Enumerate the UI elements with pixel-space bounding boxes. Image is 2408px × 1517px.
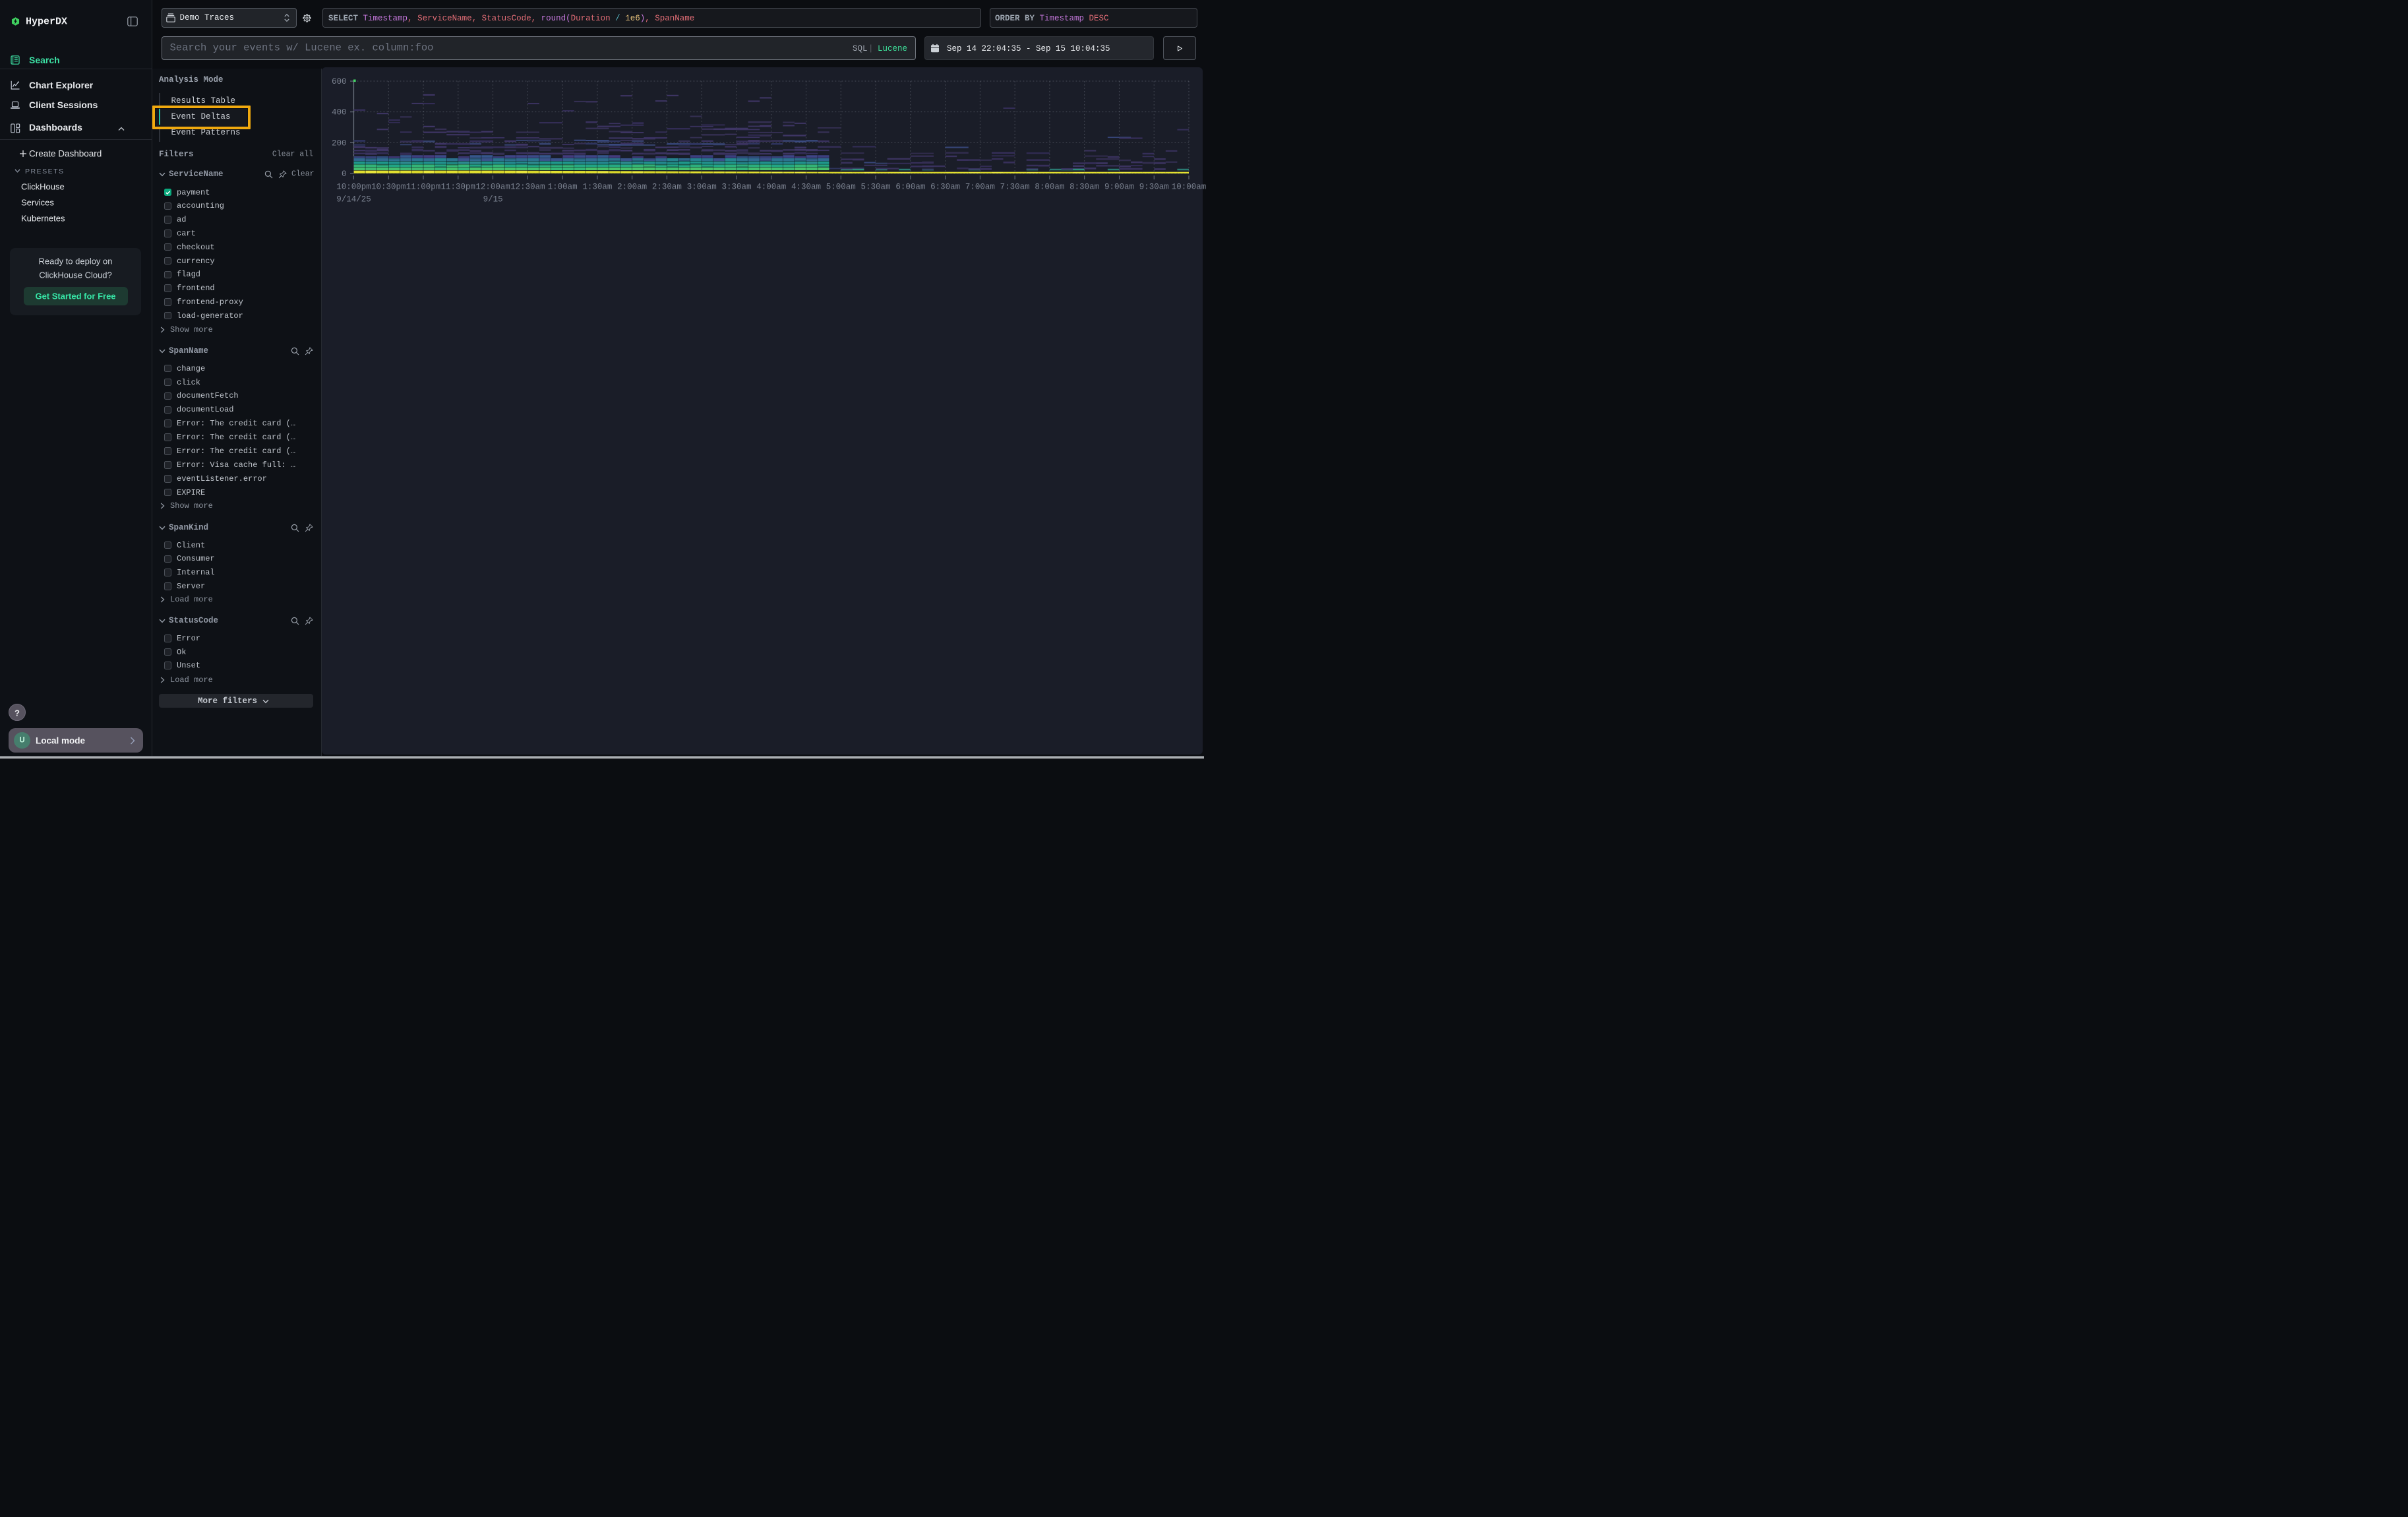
svg-text:9:30am: 9:30am (1139, 183, 1168, 192)
svg-text:1:00am: 1:00am (547, 183, 577, 192)
svg-text:12:30am: 12:30am (510, 183, 545, 192)
svg-text:9/15: 9/15 (483, 195, 502, 204)
svg-text:5:00am: 5:00am (826, 183, 855, 192)
svg-text:9/14/25: 9/14/25 (336, 195, 371, 204)
svg-text:10:00pm: 10:00pm (336, 183, 371, 192)
svg-text:8:30am: 8:30am (1069, 183, 1099, 192)
svg-text:11:30pm: 11:30pm (440, 183, 475, 192)
svg-text:9:00am: 9:00am (1104, 183, 1133, 192)
svg-text:2:30am: 2:30am (651, 183, 681, 192)
svg-text:6:00am: 6:00am (895, 183, 925, 192)
svg-text:5:30am: 5:30am (860, 183, 890, 192)
svg-text:8:00am: 8:00am (1035, 183, 1064, 192)
svg-text:7:00am: 7:00am (965, 183, 994, 192)
svg-text:3:30am: 3:30am (721, 183, 751, 192)
svg-text:4:30am: 4:30am (791, 183, 821, 192)
svg-text:7:30am: 7:30am (1000, 183, 1029, 192)
svg-text:3:00am: 3:00am (686, 183, 716, 192)
svg-text:400: 400 (331, 108, 346, 117)
svg-text:0: 0 (341, 170, 346, 179)
svg-text:600: 600 (331, 77, 346, 86)
svg-text:4:00am: 4:00am (756, 183, 786, 192)
svg-text:1:30am: 1:30am (582, 183, 612, 192)
svg-text:10:00am: 10:00am (1171, 183, 1206, 192)
svg-text:11:00pm: 11:00pm (406, 183, 440, 192)
svg-text:2:00am: 2:00am (617, 183, 647, 192)
svg-text:200: 200 (331, 139, 346, 148)
svg-text:12:00am: 12:00am (475, 183, 510, 192)
svg-text:10:30pm: 10:30pm (371, 183, 406, 192)
svg-text:6:30am: 6:30am (930, 183, 960, 192)
